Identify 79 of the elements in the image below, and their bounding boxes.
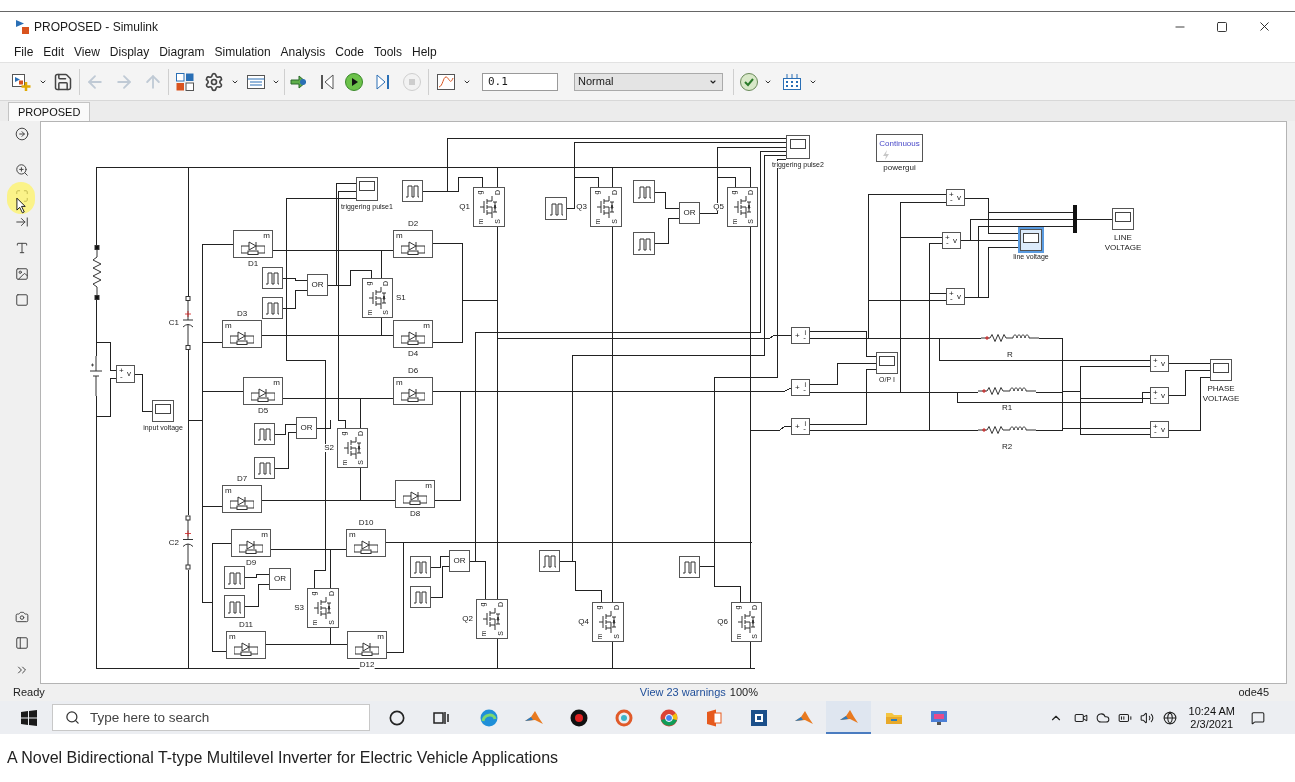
or-gate-block: OR xyxy=(679,202,700,224)
block-label: D3 xyxy=(236,310,248,318)
block-label: R1 xyxy=(1001,404,1013,412)
quantity-label: v xyxy=(953,237,957,245)
sign-label: + xyxy=(945,234,950,242)
block-label: D12 xyxy=(359,661,375,669)
block-label: R2 xyxy=(1001,443,1013,451)
solver-name: ode45 xyxy=(1238,685,1269,701)
block-label: Q6 xyxy=(717,618,728,626)
block-label: Q4 xyxy=(578,618,589,626)
block-label: D7 xyxy=(236,475,248,483)
sign-label: + xyxy=(949,290,954,298)
block-label: S3 xyxy=(294,604,304,612)
sign-label: - xyxy=(803,334,806,342)
port-label: m xyxy=(225,322,232,330)
caption-text: A Novel Bidirectional T-type Multilevel Inverter for Electric Vehicle Applications xyxy=(7,748,559,768)
or-gate-block: OR xyxy=(269,568,291,590)
sign-label: - xyxy=(1154,362,1157,370)
window-title: PROPOSED - Simulink xyxy=(34,18,159,36)
sign-label: + xyxy=(1153,389,1158,397)
port-label: m xyxy=(396,379,403,387)
block-label: powergui xyxy=(883,164,916,172)
sign-label: - xyxy=(120,373,123,381)
quantity-label: v xyxy=(957,194,961,202)
quantity-label: v xyxy=(1161,392,1165,400)
sign-label: + xyxy=(795,384,800,392)
block-label: Q3 xyxy=(576,203,587,211)
port-label: m xyxy=(229,633,236,641)
solver-mode-text: Continuous xyxy=(879,140,920,148)
quantity-label: v xyxy=(1161,360,1165,368)
port-label: m xyxy=(225,487,232,495)
sign-label: + xyxy=(795,332,800,340)
block-label: D8 xyxy=(409,510,421,518)
zoom-level: 100% xyxy=(729,685,758,701)
sign-label: - xyxy=(1154,394,1157,402)
sign-label: - xyxy=(946,239,949,247)
block-label: D2 xyxy=(407,220,419,228)
port-label: m xyxy=(273,379,280,387)
block-label: D4 xyxy=(407,350,419,358)
port-label: m xyxy=(377,633,384,641)
block-label: Q5 xyxy=(713,203,724,211)
sign-label: - xyxy=(950,295,953,303)
sign-label: + xyxy=(1153,423,1158,431)
block-label: LINE VOLTAGE xyxy=(1103,233,1143,253)
port-label: m xyxy=(423,322,430,330)
block-label: D5 xyxy=(257,407,269,415)
block-label: R xyxy=(1007,351,1013,359)
block-label: S2 xyxy=(324,444,334,452)
block-label: D10 xyxy=(358,519,374,527)
quantity-label: v xyxy=(127,370,131,378)
or-gate-block: OR xyxy=(449,550,470,572)
sign-label: - xyxy=(950,196,953,204)
block-label: C2 xyxy=(168,538,179,547)
block-label: D11 xyxy=(238,621,254,629)
sign-label: + xyxy=(119,367,124,375)
block-label: Q1 xyxy=(459,203,470,211)
port-label: m xyxy=(261,531,268,539)
block-label: PHASE VOLTAGE xyxy=(1201,384,1241,404)
block-label: D9 xyxy=(245,559,257,567)
block-label: D6 xyxy=(407,367,419,375)
port-label: m xyxy=(425,482,432,490)
quantity-label: v xyxy=(1161,426,1165,434)
block-label: Q2 xyxy=(462,615,473,623)
sign-label: - xyxy=(803,386,806,394)
block-label: C1 xyxy=(168,319,179,327)
sign-label: - xyxy=(803,425,806,433)
block-label: D1 xyxy=(247,260,259,268)
status-text: Ready xyxy=(13,685,45,701)
block-label: S1 xyxy=(396,294,406,302)
or-gate-block: OR xyxy=(307,274,328,296)
sign-label: + xyxy=(949,191,954,199)
sign-label: + xyxy=(1153,357,1158,365)
sign-label: - xyxy=(1154,428,1157,436)
port-label: m xyxy=(349,531,356,539)
port-label: m xyxy=(263,232,270,240)
quantity-label: v xyxy=(957,293,961,301)
port-label: m xyxy=(396,232,403,240)
sign-label: + xyxy=(795,423,800,431)
or-gate-block: OR xyxy=(296,417,317,439)
